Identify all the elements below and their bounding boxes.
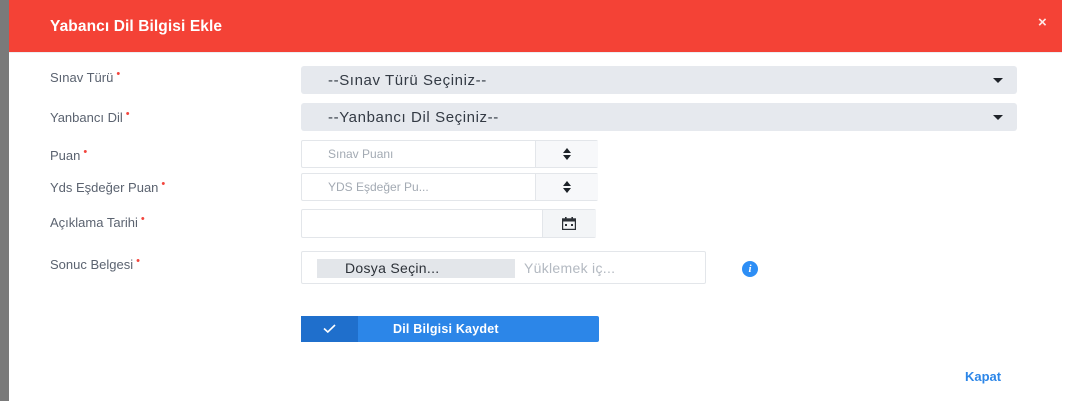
sinav-turu-select[interactable]: --Sınav Türü Seçiniz-- — [301, 66, 1017, 94]
stepper-up-icon[interactable] — [563, 181, 571, 186]
yds-puan-stepper[interactable] — [535, 174, 598, 200]
puan-input[interactable] — [302, 141, 535, 167]
sinav-turu-label: Sınav Türü • — [50, 68, 121, 85]
yabanci-dil-label: Yanbancı Dil • — [50, 108, 130, 125]
save-button-label: Dil Bilgisi Kaydet — [393, 322, 499, 336]
puan-field — [301, 140, 598, 168]
modal-header: Yabancı Dil Bilgisi Ekle × — [9, 0, 1062, 53]
stepper-down-icon[interactable] — [563, 188, 571, 193]
yabanci-dil-select[interactable]: --Yanbancı Dil Seçiniz-- — [301, 103, 1017, 131]
yds-puan-input[interactable] — [302, 174, 535, 200]
chevron-down-icon — [993, 78, 1003, 83]
required-marker: • — [161, 178, 166, 190]
puan-stepper[interactable] — [535, 141, 598, 167]
close-icon[interactable]: × — [1038, 14, 1047, 31]
chevron-down-icon — [993, 115, 1003, 120]
modal-title: Yabancı Dil Bilgisi Ekle — [50, 18, 223, 35]
left-border — [0, 0, 9, 401]
info-icon[interactable]: i — [742, 261, 758, 277]
aciklama-tarihi-field[interactable] — [301, 209, 596, 238]
puan-label: Puan • — [50, 146, 88, 163]
yabanci-dil-selected: --Yanbancı Dil Seçiniz-- — [328, 109, 499, 126]
required-marker: • — [140, 213, 145, 225]
save-button[interactable]: Dil Bilgisi Kaydet — [301, 316, 599, 342]
sinav-turu-selected: --Sınav Türü Seçiniz-- — [328, 72, 487, 89]
sonuc-belgesi-field: Dosya Seçin... Yüklemek iç... — [301, 251, 706, 284]
required-marker: • — [83, 146, 88, 158]
puan-label-text: Puan — [50, 148, 81, 163]
date-picker-button[interactable] — [542, 210, 596, 237]
aciklama-tarihi-label: Açıklama Tarihi • — [50, 213, 145, 230]
aciklama-tarihi-label-text: Açıklama Tarihi — [50, 215, 138, 230]
yds-puan-label: Yds Eşdeğer Puan • — [50, 178, 166, 195]
yds-puan-field — [301, 173, 598, 201]
required-marker: • — [116, 68, 121, 80]
yabanci-dil-label-text: Yanbancı Dil — [50, 110, 123, 125]
required-marker: • — [136, 255, 140, 267]
required-marker: • — [125, 108, 130, 120]
check-icon-area — [301, 316, 358, 342]
file-select-button[interactable]: Dosya Seçin... — [317, 259, 515, 278]
sonuc-belgesi-label-text: Sonuc Belgesi — [50, 257, 134, 272]
stepper-up-icon[interactable] — [563, 148, 571, 153]
sinav-turu-label-text: Sınav Türü — [50, 70, 114, 85]
close-link[interactable]: Kapat — [965, 369, 1001, 384]
yds-puan-label-text: Yds Eşdeğer Puan — [50, 180, 159, 195]
header-divider — [9, 52, 1062, 53]
sonuc-belgesi-label: Sonuc Belgesi • — [50, 255, 140, 272]
modal-dialog: Yabancı Dil Bilgisi Ekle × Sınav Türü • -… — [9, 0, 1070, 401]
stepper-down-icon[interactable] — [563, 155, 571, 160]
file-name-placeholder: Yüklemek iç... — [524, 260, 616, 276]
